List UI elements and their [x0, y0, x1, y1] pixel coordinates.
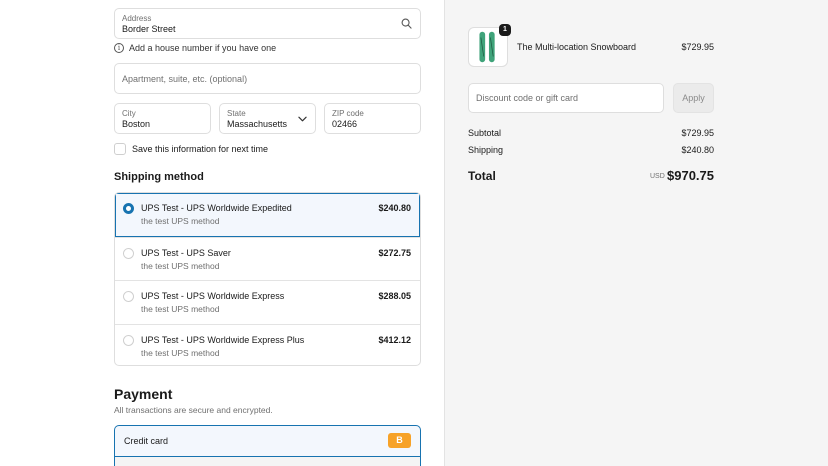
save-info-row[interactable]: Save this information for next time — [114, 143, 268, 155]
address-field[interactable]: Address Border Street — [114, 8, 421, 39]
radio-unselected[interactable] — [123, 334, 134, 346]
shipping-option-desc: the test UPS method — [141, 347, 220, 358]
shipping-option-price: $272.75 — [378, 247, 411, 258]
address-label: Address — [122, 14, 152, 23]
shipping-method-title: Shipping method — [114, 171, 204, 183]
shipping-option-price: $288.05 — [378, 291, 411, 301]
apartment-field[interactable]: Apartment, suite, etc. (optional) — [114, 63, 421, 94]
apply-button[interactable]: Apply — [673, 83, 714, 113]
radio-unselected[interactable] — [123, 291, 134, 302]
save-info-checkbox[interactable] — [114, 143, 126, 155]
subtotal-row: Subtotal $729.95 — [468, 128, 714, 138]
shipping-option-name: UPS Test - UPS Saver — [141, 247, 231, 258]
total-currency: USD — [650, 173, 665, 180]
discount-placeholder: Discount code or gift card — [476, 93, 579, 103]
address-hint: i Add a house number if you have one — [114, 43, 276, 53]
state-label: State — [227, 109, 246, 118]
address-hint-text: Add a house number if you have one — [129, 43, 277, 53]
quantity-badge: 1 — [499, 24, 511, 36]
info-icon: i — [114, 43, 124, 53]
product-price: $729.95 — [681, 42, 714, 52]
shipping-options-list: UPS Test - UPS Worldwide Expedited the t… — [114, 192, 421, 366]
shipping-option-desc: the test UPS method — [141, 216, 220, 226]
state-select[interactable]: State Massachusetts — [219, 103, 316, 134]
order-summary-panel — [444, 0, 828, 466]
search-icon[interactable] — [401, 18, 412, 29]
subtotal-label: Subtotal — [468, 128, 502, 138]
address-value: Border Street — [122, 24, 176, 34]
shipping-option[interactable]: UPS Test - UPS Worldwide Expedited the t… — [115, 193, 420, 237]
city-label: City — [122, 109, 136, 118]
shipping-label: Shipping — [468, 145, 504, 155]
total-value: $970.75 — [667, 168, 714, 183]
shipping-option[interactable]: UPS Test - UPS Saver the test UPS method… — [115, 236, 420, 281]
zip-label: ZIP code — [332, 109, 364, 118]
checkout-form-panel: Address Border Street i Add a house numb… — [0, 0, 444, 466]
save-info-label: Save this information for next time — [132, 144, 269, 154]
payment-title: Payment — [114, 386, 173, 402]
payment-subtitle: All transactions are secure and encrypte… — [114, 405, 273, 415]
product-name: The Multi-location Snowboard — [517, 42, 637, 52]
radio-unselected[interactable] — [123, 247, 134, 259]
shipping-option-desc: the test UPS method — [141, 260, 220, 271]
shipping-option-name: UPS Test - UPS Worldwide Express Plus — [141, 334, 305, 345]
shipping-option-name: UPS Test - UPS Worldwide Express — [141, 291, 285, 301]
credit-card-label: Credit card — [124, 436, 169, 446]
payment-details-area — [115, 456, 420, 466]
chevron-down-icon — [298, 116, 307, 122]
shipping-option[interactable]: UPS Test - UPS Worldwide Express Plus th… — [115, 323, 420, 366]
total-label: Total — [468, 169, 496, 183]
city-field[interactable]: City Boston — [114, 103, 211, 134]
city-value: Boston — [122, 119, 151, 129]
subtotal-value: $729.95 — [681, 128, 714, 138]
zip-value: 02466 — [332, 119, 358, 129]
zip-field[interactable]: ZIP code 02466 — [324, 103, 421, 134]
radio-selected[interactable] — [123, 203, 134, 214]
shipping-option-desc: the test UPS method — [141, 304, 220, 314]
shipping-value: $240.80 — [681, 145, 714, 155]
state-value: Massachusetts — [227, 119, 288, 129]
shipping-option-price: $240.80 — [378, 203, 411, 213]
bitcoin-icon: B — [388, 433, 411, 448]
shipping-option[interactable]: UPS Test - UPS Worldwide Express the tes… — [115, 280, 420, 324]
apartment-placeholder: Apartment, suite, etc. (optional) — [122, 73, 248, 84]
discount-input[interactable]: Discount code or gift card — [468, 83, 664, 113]
shipping-option-name: UPS Test - UPS Worldwide Expedited — [141, 203, 292, 213]
shipping-option-price: $412.12 — [378, 334, 411, 345]
shipping-row: Shipping $240.80 — [468, 145, 714, 155]
